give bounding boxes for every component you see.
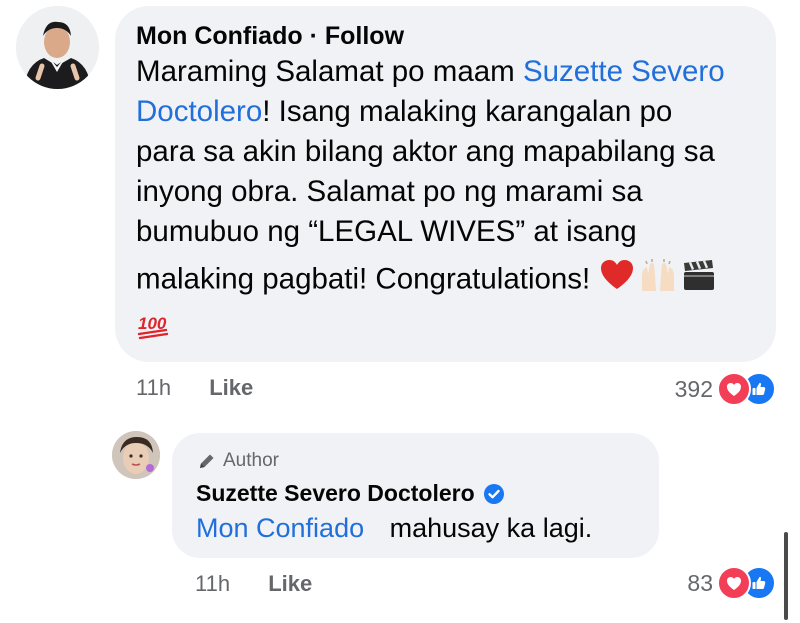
reply-reaction-count: 83: [687, 569, 713, 596]
comment-line-1: Maraming Salamat po maam Suzette Severo: [136, 55, 725, 88]
comment-timestamp[interactable]: 11h: [136, 375, 171, 400]
comment-author-name[interactable]: Mon Confiado: [136, 22, 303, 50]
follow-link[interactable]: · Follow: [310, 22, 404, 50]
comment-line-5: bumubuo ng “LEGAL WIVES” at isang: [136, 215, 637, 248]
clapper-board-icon: [682, 259, 716, 302]
comment-line-2: Doctolero! Isang malaking karangalan po: [136, 95, 673, 128]
avatar-photo-icon: [16, 6, 99, 89]
reply-message: mahusay ka lagi.: [389, 513, 593, 543]
reaction-icons: [717, 372, 776, 406]
mention-link[interactable]: Mon Confiado: [196, 513, 364, 543]
avatar-photo-icon: [112, 431, 160, 479]
raising-hands-icon: [638, 258, 678, 303]
reply-meta: 11h Like: [195, 571, 312, 597]
pencil-icon: [200, 454, 214, 468]
hundred-points-icon: 100: [136, 309, 170, 352]
comment-line-3: para sa akin bilang aktor ang mapabilang…: [136, 135, 715, 168]
reaction-count: 392: [674, 375, 713, 402]
emoji-row: [600, 258, 720, 303]
author-badge-label: Author: [223, 450, 279, 471]
like-button[interactable]: Like: [209, 375, 253, 400]
comment-line-4: inyong obra. Salamat po ng marami sa: [136, 175, 643, 208]
reply-author-name[interactable]: Suzette Severo Doctolero: [196, 480, 475, 507]
reply-like-button[interactable]: Like: [268, 571, 312, 596]
scrollbar[interactable]: [784, 532, 788, 620]
commenter-avatar[interactable]: [16, 6, 99, 89]
comment-author-row: Mon Confiado · Follow: [136, 22, 404, 51]
red-heart-icon: [600, 259, 634, 302]
comment-body: Maraming Salamat po maam Suzette Severo …: [136, 52, 766, 352]
love-reaction-icon: [717, 566, 751, 600]
reply-body: Mon Confiado mahusay ka lagi.: [196, 513, 592, 544]
mention-link[interactable]: Doctolero: [136, 95, 262, 128]
reply-author-avatar[interactable]: [112, 431, 160, 479]
author-badge: Author: [197, 450, 279, 472]
reply-author-row: Suzette Severo Doctolero: [196, 480, 505, 507]
comment-line-6: malaking pagbati! Congratulations!: [136, 258, 766, 303]
love-reaction-icon: [717, 372, 751, 406]
reply-reaction-summary[interactable]: 83: [687, 566, 776, 600]
verified-badge-icon: [483, 483, 505, 505]
reaction-icons: [717, 566, 776, 600]
comment-meta: 11h Like: [136, 375, 253, 401]
mention-link[interactable]: Suzette Severo: [523, 55, 725, 88]
comment-thread: Mon Confiado · Follow Maraming Salamat p…: [0, 0, 800, 623]
comment-line-7: 100: [136, 309, 766, 352]
reaction-summary[interactable]: 392: [675, 372, 776, 406]
reply-timestamp[interactable]: 11h: [195, 571, 230, 596]
